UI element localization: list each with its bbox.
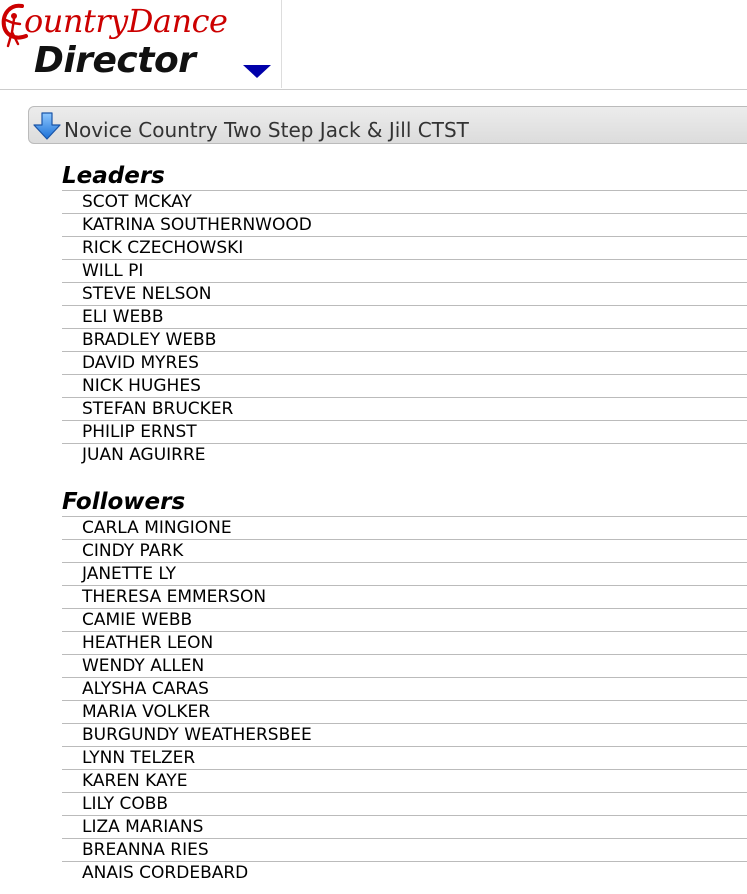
follower-list-item[interactable]: JANETTE LY: [62, 562, 747, 585]
logo-director-text: Director: [34, 40, 196, 81]
leader-list-item[interactable]: WILL PI: [62, 259, 747, 282]
follower-list-item[interactable]: CAMIE WEBB: [62, 608, 747, 631]
header-bottom-divider: [0, 89, 747, 90]
follower-list-item[interactable]: CINDY PARK: [62, 539, 747, 562]
leader-list-item[interactable]: JUAN AGUIRRE: [62, 443, 747, 466]
followers-list: CARLA MINGIONE CINDY PARK JANETTE LY THERES…: [62, 516, 747, 884]
logo-countrydance-text: ountryDance: [24, 2, 228, 40]
follower-list-item[interactable]: LYNN TELZER: [62, 746, 747, 769]
header-divider: [281, 0, 282, 88]
followers-heading: Followers: [62, 489, 186, 515]
app-header: ountryDance Director: [0, 0, 747, 90]
event-selector[interactable]: Novice Country Two Step Jack & Jill CTST: [28, 106, 747, 144]
chevron-down-icon[interactable]: [242, 62, 272, 82]
follower-list-item[interactable]: HEATHER LEON: [62, 631, 747, 654]
follower-list-item[interactable]: WENDY ALLEN: [62, 654, 747, 677]
leaders-list: SCOT MCKAY KATRINA SOUTHERNWOOD RICK CZECH…: [62, 190, 747, 466]
leader-list-item[interactable]: KATRINA SOUTHERNWOOD: [62, 213, 747, 236]
follower-list-item[interactable]: ALYSHA CARAS: [62, 677, 747, 700]
follower-list-item[interactable]: LIZA MARIANS: [62, 815, 747, 838]
follower-list-item[interactable]: BREANNA RIES: [62, 838, 747, 861]
follower-list-item[interactable]: LILY COBB: [62, 792, 747, 815]
leader-list-item[interactable]: STEVE NELSON: [62, 282, 747, 305]
arrow-down-icon: [33, 112, 61, 140]
countrydance-director-logo[interactable]: ountryDance Director: [0, 0, 280, 90]
follower-list-item[interactable]: ANAIS CORDEBARD: [62, 861, 747, 884]
follower-list-item[interactable]: THERESA EMMERSON: [62, 585, 747, 608]
follower-list-item[interactable]: CARLA MINGIONE: [62, 516, 747, 539]
leader-list-item[interactable]: NICK HUGHES: [62, 374, 747, 397]
leader-list-item[interactable]: DAVID MYRES: [62, 351, 747, 374]
leaders-heading: Leaders: [62, 163, 165, 189]
leader-list-item[interactable]: ELI WEBB: [62, 305, 747, 328]
event-title: Novice Country Two Step Jack & Jill CTST: [64, 118, 469, 142]
leader-list-item[interactable]: RICK CZECHOWSKI: [62, 236, 747, 259]
leader-list-item[interactable]: STEFAN BRUCKER: [62, 397, 747, 420]
follower-list-item[interactable]: KAREN KAYE: [62, 769, 747, 792]
leader-list-item[interactable]: SCOT MCKAY: [62, 190, 747, 213]
follower-list-item[interactable]: BURGUNDY WEATHERSBEE: [62, 723, 747, 746]
follower-list-item[interactable]: MARIA VOLKER: [62, 700, 747, 723]
leader-list-item[interactable]: BRADLEY WEBB: [62, 328, 747, 351]
leader-list-item[interactable]: PHILIP ERNST: [62, 420, 747, 443]
